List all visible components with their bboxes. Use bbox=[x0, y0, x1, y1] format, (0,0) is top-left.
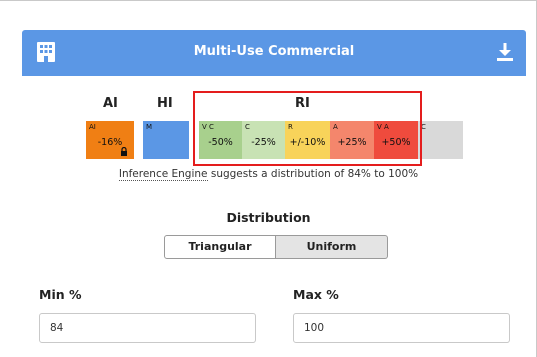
ri-highlight-box bbox=[193, 91, 422, 166]
rating-cell-c-2[interactable]: C bbox=[418, 121, 463, 159]
suggestion-rest: suggests a distribution of 84% to 100% bbox=[207, 168, 419, 180]
suggestion-text: Inference Engine suggests a distribution… bbox=[0, 168, 537, 181]
group-label-ai: AI bbox=[103, 96, 118, 111]
max-label: Max % bbox=[293, 287, 339, 302]
max-input[interactable] bbox=[293, 313, 510, 343]
triangular-option[interactable]: Triangular bbox=[164, 235, 276, 259]
panel-title: Multi-Use Commercial bbox=[193, 44, 355, 59]
panel-header: Multi-Use Commercial bbox=[22, 30, 526, 76]
download-icon[interactable] bbox=[497, 43, 513, 61]
inference-engine-link[interactable]: Inference Engine bbox=[118, 168, 208, 181]
min-input[interactable] bbox=[39, 313, 256, 343]
uniform-option[interactable]: Uniform bbox=[276, 235, 388, 259]
cell-code: AI bbox=[89, 123, 96, 131]
distribution-label: Distribution bbox=[226, 210, 311, 225]
rating-cell-ai[interactable]: AI -16% bbox=[86, 121, 134, 159]
lock-icon bbox=[121, 147, 127, 156]
min-label: Min % bbox=[39, 287, 82, 302]
rating-cell-m[interactable]: M bbox=[143, 121, 189, 159]
cell-code: M bbox=[146, 123, 153, 131]
group-label-hi: HI bbox=[157, 96, 173, 111]
